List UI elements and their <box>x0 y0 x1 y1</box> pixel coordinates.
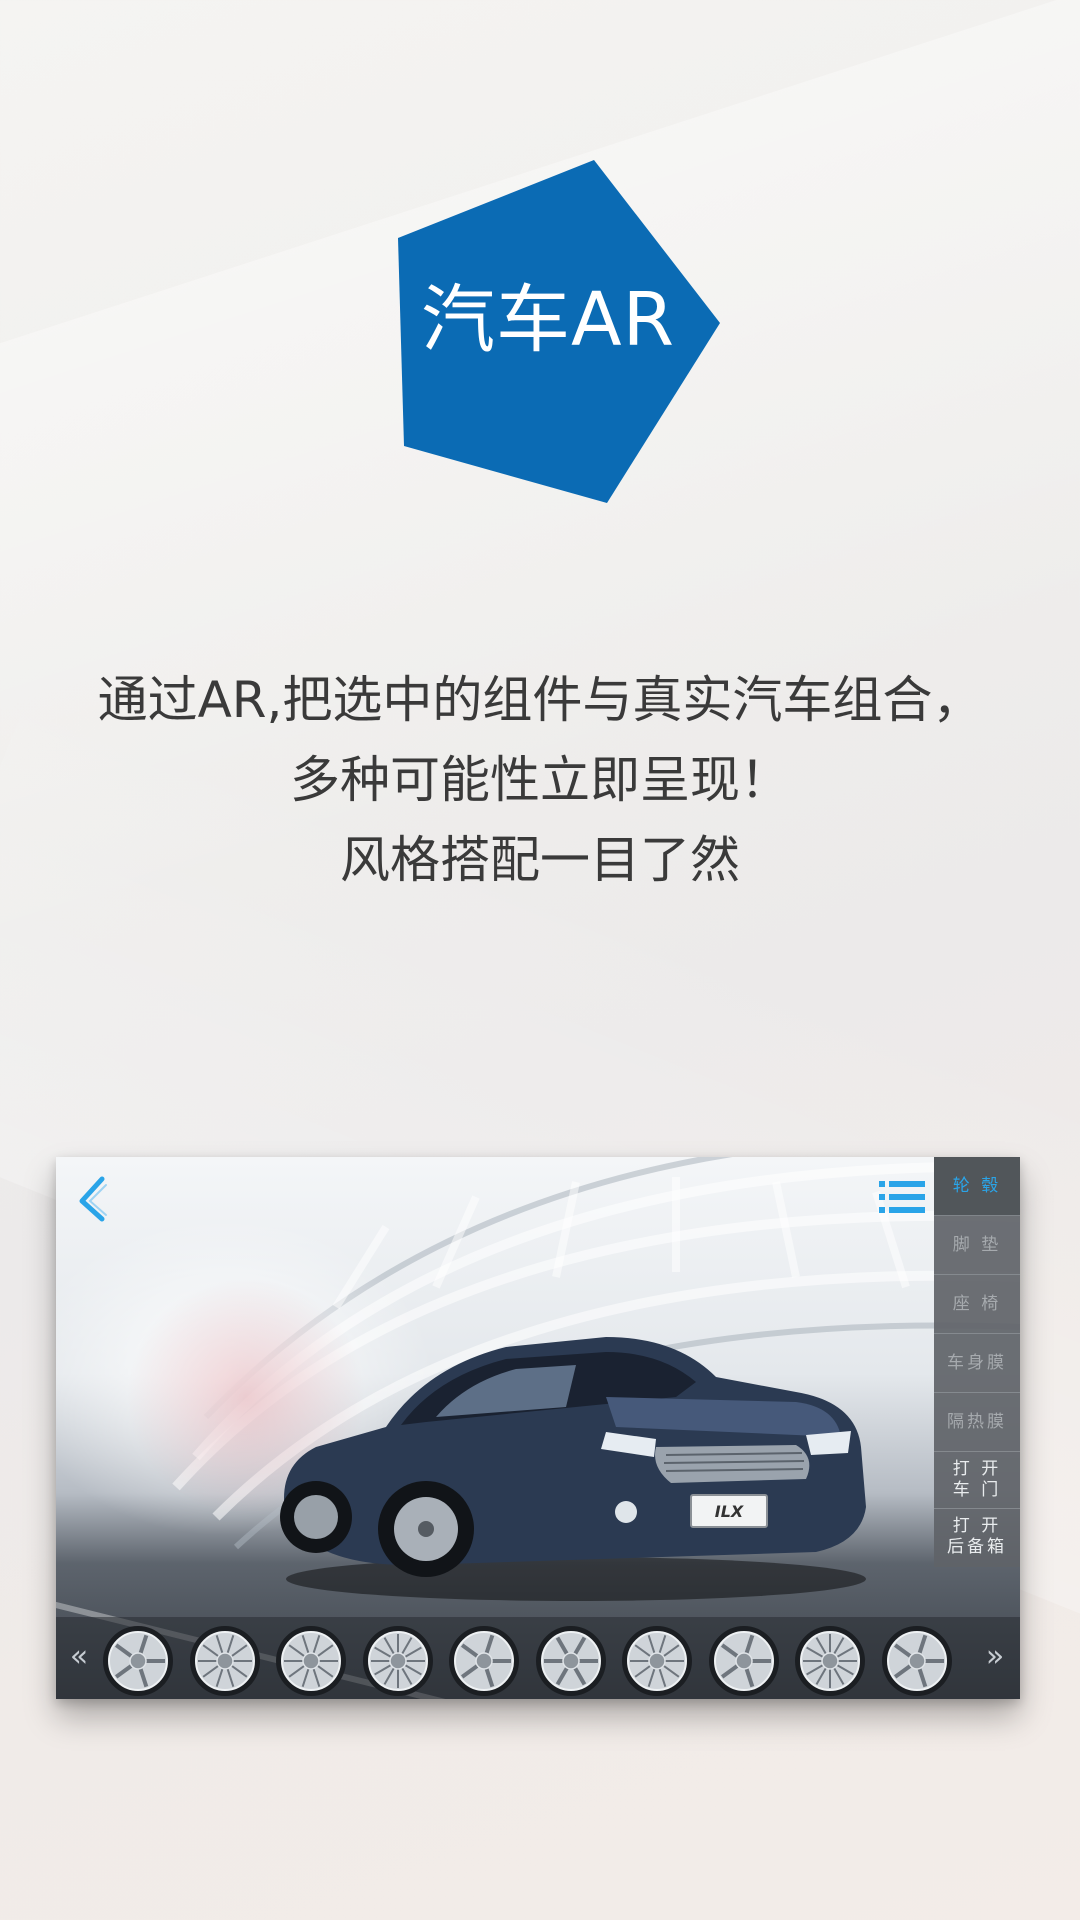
side-menu-item-body-wrap[interactable]: 车身膜 <box>934 1334 1020 1393</box>
wheel-option[interactable] <box>362 1625 434 1697</box>
open-door-label-line2: 车 门 <box>952 1480 1002 1500</box>
title-badge: 汽车AR <box>398 160 720 503</box>
description-line: 多种可能性立即呈现！ <box>290 751 790 809</box>
open-trunk-label-line1: 打 开 <box>952 1516 1002 1536</box>
open-door-label-line1: 打 开 <box>952 1459 1002 1479</box>
app-screenshot: ILX 轮 毂 脚 垫 座 椅 车身膜 隔热膜 打 开 车 门 打 开 后备箱 … <box>56 1157 1020 1699</box>
open-trunk-button[interactable]: 打 开 后备箱 <box>934 1509 1020 1565</box>
wheel-option[interactable] <box>448 1625 520 1697</box>
wheel-option[interactable] <box>189 1625 261 1697</box>
wheel-option[interactable] <box>102 1625 174 1697</box>
car-badge-text: ILX <box>715 1502 744 1521</box>
wheel-option[interactable] <box>621 1625 693 1697</box>
wheel-carousel: « » <box>56 1617 1020 1699</box>
wheel-option[interactable] <box>535 1625 607 1697</box>
wheel-option[interactable] <box>708 1625 780 1697</box>
description-line: 风格搭配一目了然 <box>340 831 740 889</box>
side-menu-item-wheels[interactable]: 轮 毂 <box>934 1157 1020 1216</box>
badge-title: 汽车AR <box>420 277 676 363</box>
carousel-prev-arrow[interactable]: « <box>64 1639 94 1679</box>
carousel-next-arrow[interactable]: » <box>980 1639 1010 1679</box>
side-menu-item-window-tint[interactable]: 隔热膜 <box>934 1393 1020 1452</box>
wheel-option[interactable] <box>881 1625 953 1697</box>
back-chevron-icon[interactable] <box>74 1175 114 1223</box>
description-line: 通过AR,把选中的组件与真实汽车组合， <box>97 671 983 729</box>
list-menu-icon[interactable] <box>879 1179 925 1215</box>
car-image: ILX <box>280 1337 866 1601</box>
open-trunk-label-line2: 后备箱 <box>947 1537 1007 1557</box>
side-menu-item-seats[interactable]: 座 椅 <box>934 1275 1020 1334</box>
wheel-option[interactable] <box>794 1625 866 1697</box>
side-menu-item-floor-mats[interactable]: 脚 垫 <box>934 1216 1020 1275</box>
side-menu: 轮 毂 脚 垫 座 椅 车身膜 隔热膜 打 开 车 门 打 开 后备箱 <box>934 1157 1020 1567</box>
feature-description: 通过AR,把选中的组件与真实汽车组合， 多种可能性立即呈现！ 风格搭配一目了然 <box>60 660 1020 900</box>
open-door-button[interactable]: 打 开 车 门 <box>934 1452 1020 1509</box>
wheel-option[interactable] <box>275 1625 347 1697</box>
